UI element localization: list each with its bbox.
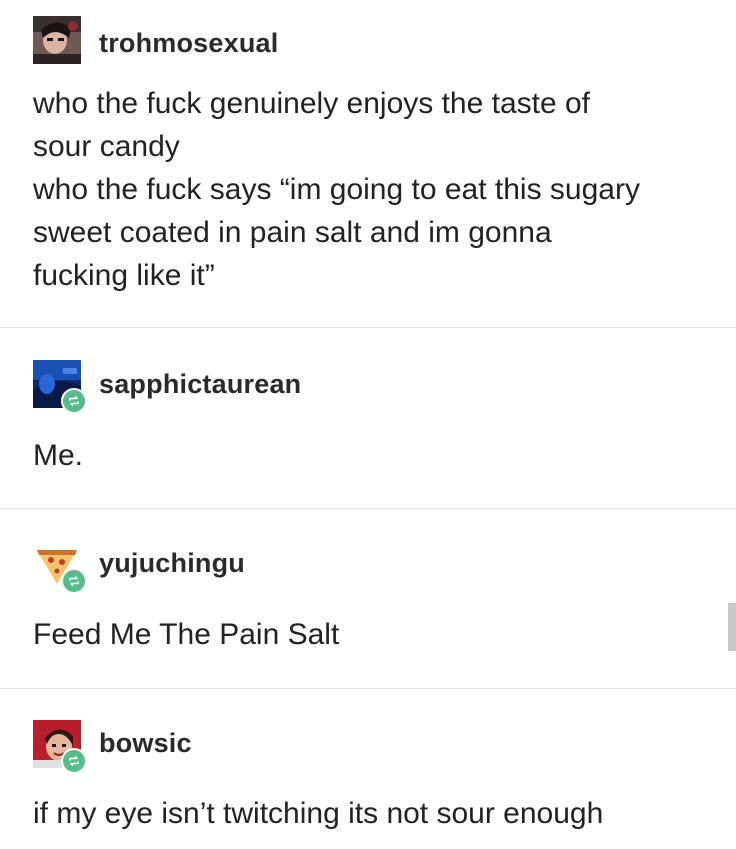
post-body: Feed Me The Pain Salt xyxy=(33,613,723,656)
post-text-line: fucking like it” xyxy=(33,259,215,292)
divider xyxy=(0,688,736,689)
post-body: who the fuck genuinely enjoys the taste … xyxy=(33,82,723,297)
username[interactable]: sapphictaurean xyxy=(99,369,301,400)
username[interactable]: trohmosexual xyxy=(99,28,278,59)
post-text-line: if my eye isn’t twitching its not sour e… xyxy=(33,797,604,830)
scrollbar-thumb[interactable] xyxy=(728,603,736,651)
post-body: if my eye isn’t twitching its not sour e… xyxy=(33,792,723,835)
post-text-line: sour candy xyxy=(33,130,180,163)
avatar-yujuchingu[interactable] xyxy=(33,540,87,594)
avatar-sapphictaurean[interactable] xyxy=(33,360,87,414)
reblog-icon xyxy=(61,568,87,594)
post-text-line: who the fuck genuinely enjoys the taste … xyxy=(33,87,591,120)
avatar-bowsic[interactable] xyxy=(33,720,87,774)
post-text-line: Me. xyxy=(33,439,84,472)
username[interactable]: yujuchingu xyxy=(99,548,245,579)
reblog-icon xyxy=(61,748,87,774)
reblog-icon xyxy=(61,388,87,414)
divider xyxy=(0,508,736,509)
username[interactable]: bowsic xyxy=(99,728,192,759)
post-text-line: sweet coated in pain salt and im gonna xyxy=(33,216,552,249)
divider xyxy=(0,327,736,328)
avatar-trohmosexual[interactable] xyxy=(33,16,81,64)
user-avatar-icon xyxy=(33,16,81,64)
post-text-line: who the fuck says “im going to eat this … xyxy=(33,173,640,206)
post-body: Me. xyxy=(33,434,723,477)
post-text-line: Feed Me The Pain Salt xyxy=(33,618,340,651)
